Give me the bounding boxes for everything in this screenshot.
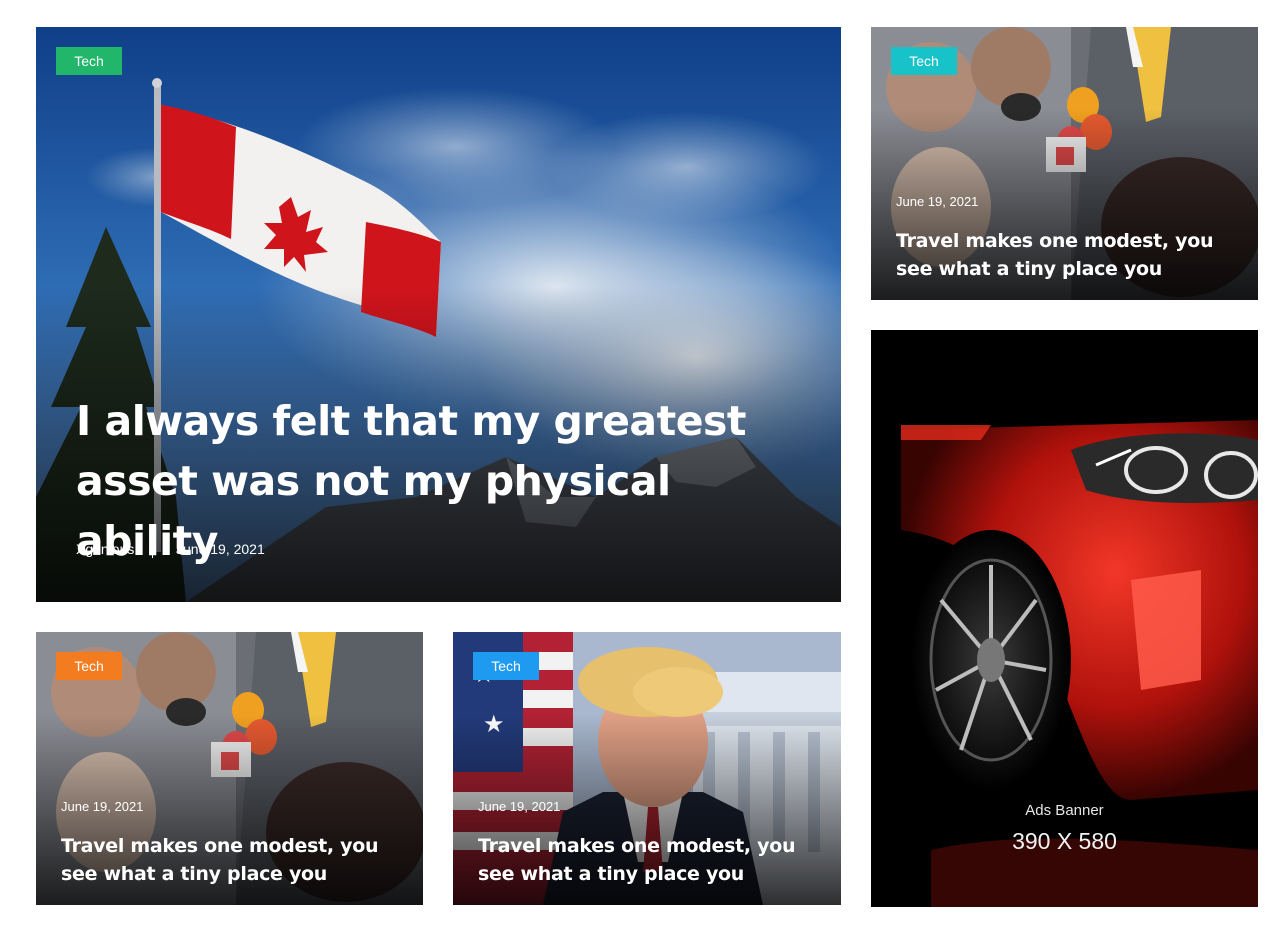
post-date: June 19, 2021: [896, 194, 979, 209]
post-title[interactable]: Travel makes one modest, you see what a …: [61, 832, 411, 888]
category-badge[interactable]: Tech: [56, 652, 122, 680]
ad-image: [871, 330, 1258, 907]
post-card[interactable]: ★ ★ Tech June 19, 2021 Travel makes one …: [453, 632, 841, 905]
post-title[interactable]: Travel makes one modest, you see what a …: [478, 832, 828, 888]
post-author[interactable]: Xgenious: [76, 541, 134, 557]
post-card[interactable]: Tech June 19, 2021 Travel makes one mode…: [871, 27, 1258, 300]
meta-separator: [152, 540, 153, 558]
ad-label: Ads Banner: [1025, 802, 1104, 819]
ad-banner[interactable]: Ads Banner 390 X 580: [871, 330, 1258, 907]
post-date: June 19, 2021: [176, 541, 265, 557]
category-badge[interactable]: Tech: [56, 47, 122, 75]
post-title[interactable]: Travel makes one modest, you see what a …: [896, 227, 1246, 283]
category-badge[interactable]: Tech: [473, 652, 539, 680]
post-date: June 19, 2021: [61, 799, 144, 814]
featured-post-card[interactable]: Tech I always felt that my greatest asse…: [36, 27, 841, 602]
post-card[interactable]: Tech June 19, 2021 Travel makes one mode…: [36, 632, 423, 905]
ad-size: 390 X 580: [1012, 828, 1117, 854]
post-date: June 19, 2021: [478, 799, 561, 814]
category-badge[interactable]: Tech: [891, 47, 957, 75]
